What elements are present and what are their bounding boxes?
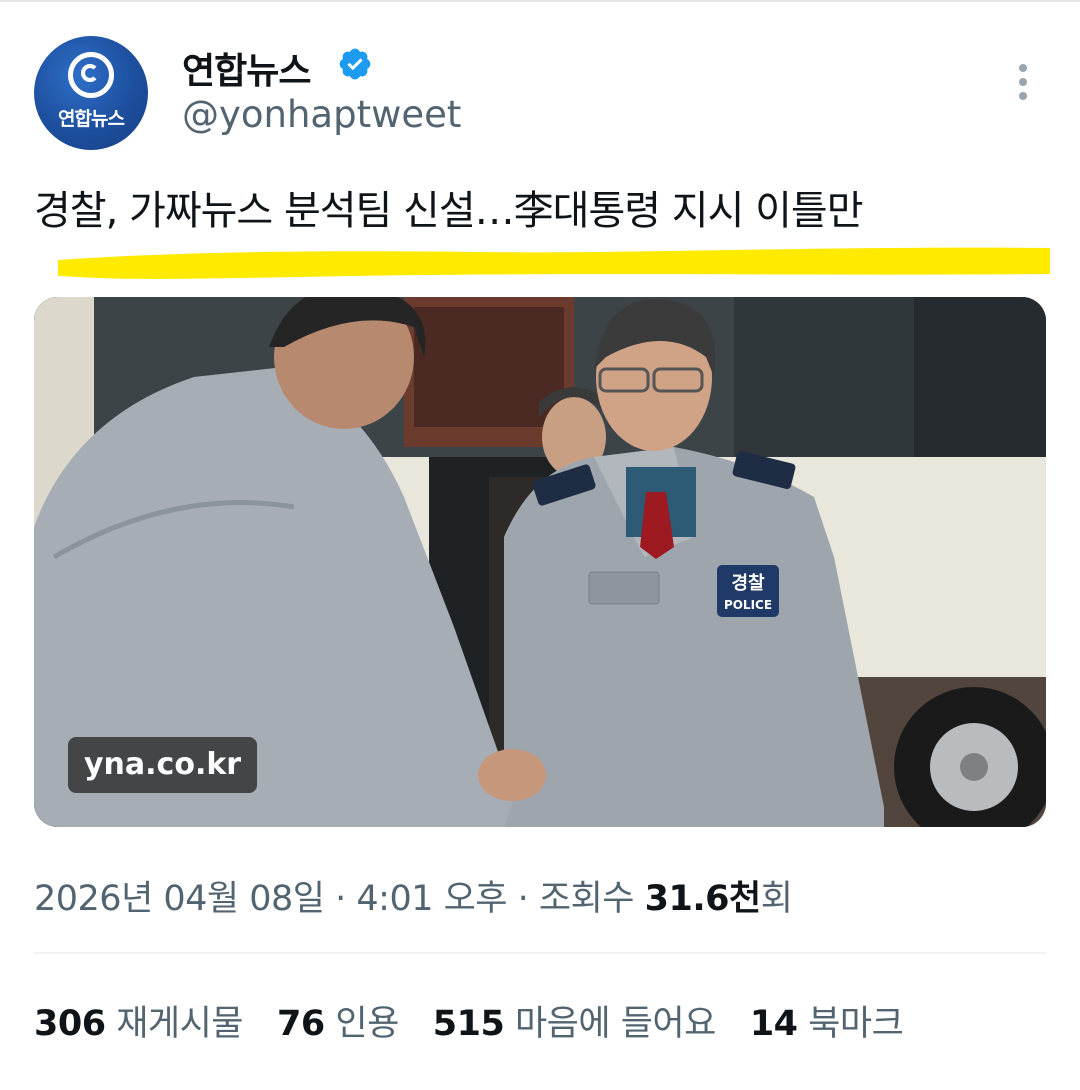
yonhap-logo-icon (68, 52, 114, 98)
tweet-date[interactable]: 2026년 04월 08일 (34, 879, 325, 919)
bookmarks-label: 북마크 (808, 1004, 904, 1044)
meta-separator: · (507, 879, 539, 919)
reposts-count: 306 (34, 1004, 106, 1044)
likes-count: 515 (432, 1004, 505, 1044)
quotes-label: 인용 (335, 1004, 399, 1044)
account-handle[interactable]: @yonhaptweet (182, 93, 461, 136)
views-label: 조회수 (538, 879, 645, 919)
quotes-count: 76 (277, 1004, 325, 1044)
verified-badge-icon (339, 48, 371, 80)
meta-separator: · (324, 879, 357, 919)
quotes-stat[interactable]: 76 인용 (277, 995, 399, 1046)
avatar[interactable]: 연합뉴스 (34, 36, 148, 150)
reposts-stat[interactable]: 306 재게시물 (34, 995, 244, 1046)
likes-label: 마음에 들어요 (514, 1004, 716, 1044)
tweet-meta: 2026년 04월 08일 · 4:01 오후 · 조회수 31.6천회 (34, 870, 793, 921)
police-badge-bottom: POLICE (724, 598, 772, 612)
police-badge-top: 경찰 (731, 573, 765, 594)
more-options-icon[interactable] (1012, 62, 1034, 102)
engagement-stats: 306 재게시물 76 인용 515 마음에 들어요 14 북마크 (34, 995, 937, 1046)
top-divider (0, 0, 1080, 2)
views-suffix: 회 (760, 879, 793, 919)
highlighter-underline (58, 247, 1050, 279)
views-count: 31.6천 (644, 879, 762, 919)
tweet-time[interactable]: 4:01 오후 (356, 879, 507, 919)
bookmarks-count: 14 (749, 1004, 798, 1044)
link-source-tag[interactable]: yna.co.kr (68, 737, 258, 793)
account-display-name[interactable]: 연합뉴스 (182, 42, 311, 94)
stats-divider (34, 952, 1046, 954)
likes-stat[interactable]: 515 마음에 들어요 (432, 995, 717, 1046)
bookmarks-stat[interactable]: 14 북마크 (749, 995, 904, 1046)
avatar-logo-text: 연합뉴스 (58, 108, 125, 130)
reposts-label: 재게시물 (116, 1004, 244, 1044)
tweet-text: 경찰, 가짜뉴스 분석팀 신설…李대통령 지시 이틀만 (34, 188, 863, 234)
